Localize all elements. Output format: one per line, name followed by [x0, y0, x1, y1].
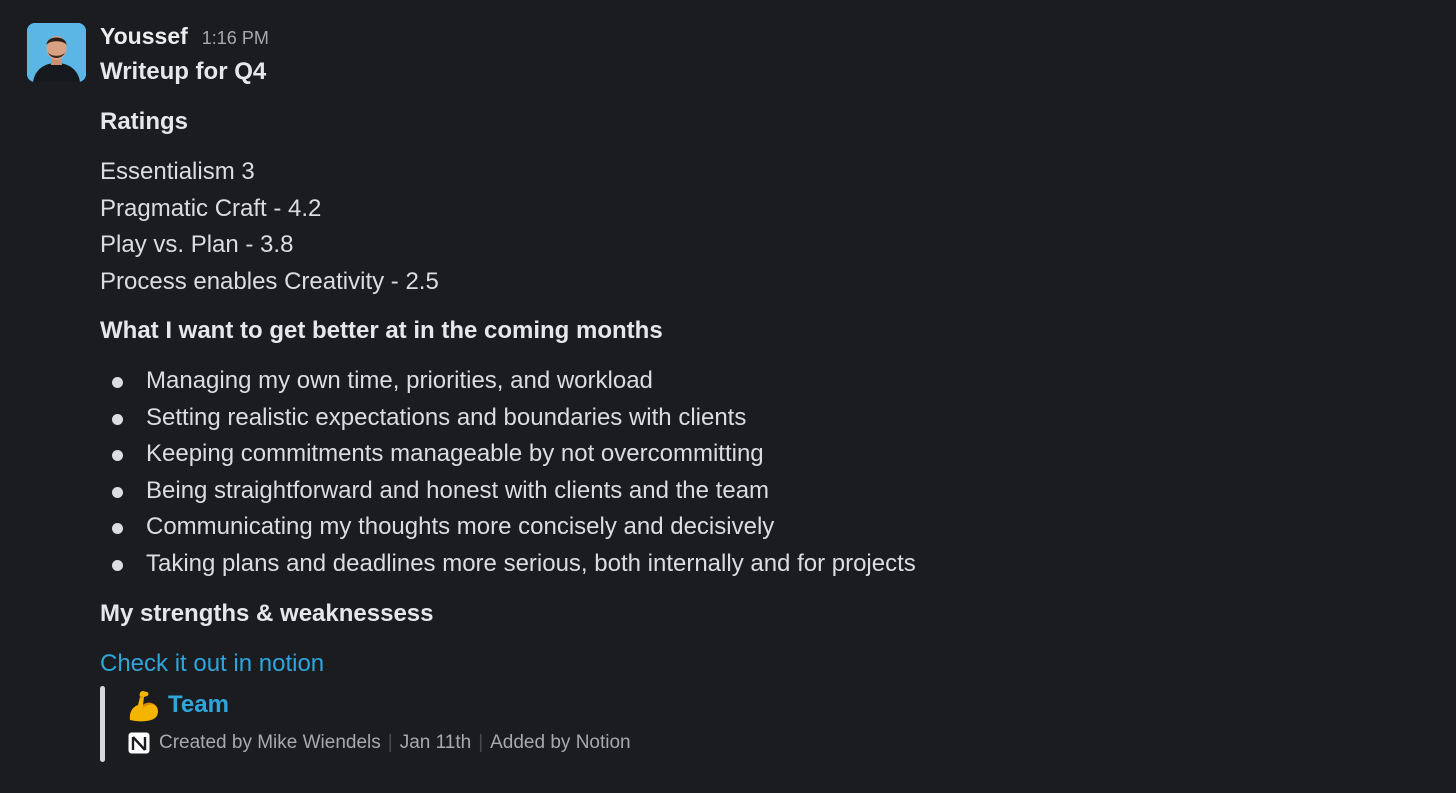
link-row: Check it out in notion [100, 646, 1430, 682]
message-title: Writeup for Q4 [100, 58, 267, 85]
list-item-text: Communicating my thoughts more concisely… [146, 513, 775, 540]
list-item-text: Setting realistic expectations and bound… [146, 403, 747, 431]
preview-added-by: Added by Notion [490, 732, 631, 753]
bullet-icon [112, 413, 123, 425]
preview-created-by: Created by Mike Wiendels [159, 732, 381, 753]
notion-link[interactable]: Check it out in notion [100, 646, 324, 682]
flexed-biceps-icon [129, 691, 158, 722]
message: Youssef 1:16 PM Writeup for Q4 Ratings E… [0, 0, 1456, 793]
bullet-icon [112, 523, 123, 534]
message-timestamp[interactable]: 1:16 PM [202, 28, 269, 49]
message-content: Youssef 1:16 PM Writeup for Q4 Ratings E… [100, 18, 1430, 762]
list-item-text: Managing my own time, priorities, and wo… [146, 367, 653, 394]
author-name[interactable]: Youssef [100, 18, 188, 54]
preview-title-row: Team [126, 686, 1430, 724]
list-item: Communicating my thoughts more concisely… [100, 509, 1430, 546]
avatar[interactable] [27, 23, 86, 82]
preview-meta: Created by Mike Wiendels | Jan 11th | Ad… [126, 726, 1430, 760]
list-item: Managing my own time, priorities, and wo… [100, 363, 1430, 400]
list-item-text: Taking plans and deadlines more serious,… [146, 549, 916, 577]
list-item: Setting realistic expectations and bound… [100, 400, 1430, 437]
list-item: Taking plans and deadlines more serious,… [100, 546, 1430, 583]
improve-heading: What I want to get better at in the comi… [100, 317, 663, 344]
preview-date: Jan 11th [399, 732, 472, 753]
ratings-list: Essentialism 3 Pragmatic Craft - 4.2 Pla… [100, 154, 1430, 300]
bullet-icon [112, 559, 123, 571]
improve-list: Managing my own time, priorities, and wo… [100, 363, 1430, 582]
ratings-heading: Ratings [100, 108, 189, 135]
bullet-icon [112, 377, 123, 388]
list-item-text: Being straightforward and honest with cl… [146, 476, 770, 504]
meta-separator: | [387, 732, 393, 753]
notion-icon [126, 730, 152, 756]
rating-line: Essentialism 3 [100, 158, 255, 185]
bullet-icon [112, 486, 123, 498]
message-header: Youssef 1:16 PM [100, 18, 1430, 54]
preview-accent-bar [100, 686, 105, 762]
rating-line: Process enables Creativity - 2.5 [100, 267, 439, 295]
list-item: Keeping commitments manageable by not ov… [100, 436, 1430, 473]
rating-line: Pragmatic Craft - 4.2 [100, 194, 322, 222]
list-item: Being straightforward and honest with cl… [100, 473, 1430, 510]
bullet-icon [112, 450, 123, 461]
rating-line: Play vs. Plan - 3.8 [100, 231, 294, 258]
list-item-text: Keeping commitments manageable by not ov… [146, 440, 764, 467]
strengths-heading: My strengths & weaknessess [100, 600, 434, 627]
meta-separator: | [478, 732, 484, 753]
link-preview[interactable]: Team Created by Mike Wiendels | Jan 11th… [100, 686, 1430, 762]
preview-title[interactable]: Team [168, 691, 229, 719]
